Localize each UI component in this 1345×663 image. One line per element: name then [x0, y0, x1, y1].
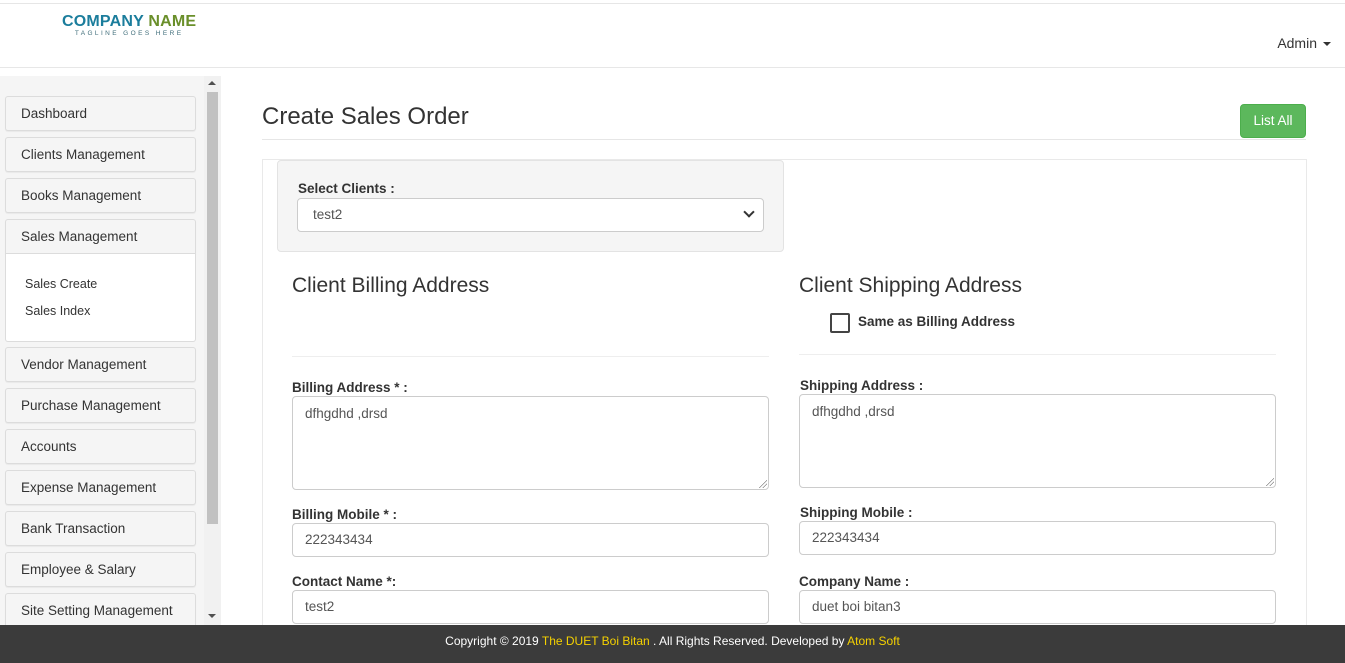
page-footer: Copyright © 2019 The DUET Boi Bitan . Al…	[0, 625, 1345, 663]
billing-mobile-label: Billing Mobile * :	[292, 507, 397, 522]
title-divider	[262, 139, 1306, 140]
caret-down-icon	[1323, 42, 1331, 47]
billing-divider	[292, 356, 769, 357]
company-name-input[interactable]: duet boi bitan3	[799, 590, 1276, 624]
sidebar-scrollbar[interactable]	[204, 76, 221, 625]
footer-rights-text: . All Rights Reserved. Developed by	[653, 634, 845, 648]
logo-tagline: TAGLINE GOES HERE	[74, 30, 184, 37]
billing-address-label: Billing Address * :	[292, 380, 408, 395]
logo-name-part-2: NAME	[148, 13, 197, 30]
shipping-address-value: dfhgdhd ,drsd	[812, 404, 895, 419]
shipping-address-label: Shipping Address :	[800, 378, 924, 393]
scroll-up-arrow-icon[interactable]	[208, 81, 216, 85]
shipping-address-textarea[interactable]: dfhgdhd ,drsd	[799, 394, 1276, 488]
sidebar-item-accounts[interactable]: Accounts	[5, 429, 196, 464]
admin-user-menu[interactable]: Admin	[1277, 35, 1331, 51]
select-clients-value: test2	[313, 207, 343, 222]
list-all-button[interactable]: List All	[1240, 104, 1306, 138]
sidebar-item-site-setting-management[interactable]: Site Setting Management	[5, 593, 196, 625]
billing-address-value: dfhgdhd ,drsd	[305, 406, 388, 421]
footer-copyright: Copyright © 2019	[445, 634, 539, 648]
shipping-divider	[799, 354, 1276, 355]
billing-mobile-input[interactable]: 222343434	[292, 523, 769, 557]
footer-developer-link[interactable]: Atom Soft	[847, 634, 900, 648]
select-clients-label: Select Clients :	[298, 181, 395, 196]
resize-grip-icon[interactable]	[1266, 478, 1274, 486]
same-as-billing-label[interactable]: Same as Billing Address	[858, 314, 1015, 329]
billing-section-title: Client Billing Address	[292, 274, 490, 297]
resize-grip-icon[interactable]	[759, 480, 767, 488]
shipping-section-title: Client Shipping Address	[799, 274, 1022, 297]
admin-label: Admin	[1277, 35, 1317, 51]
sidebar-item-dashboard[interactable]: Dashboard	[5, 96, 196, 131]
chevron-down-icon	[743, 206, 755, 218]
shipping-mobile-label: Shipping Mobile :	[800, 505, 913, 520]
sidebar-subitem-sales-index[interactable]: Sales Index	[25, 304, 90, 318]
contact-name-label: Contact Name *:	[292, 574, 397, 589]
scroll-down-arrow-icon[interactable]	[208, 614, 216, 618]
sidebar-item-employee-salary[interactable]: Employee & Salary	[5, 552, 196, 587]
sidebar-item-bank-transaction[interactable]: Bank Transaction	[5, 511, 196, 546]
same-as-billing-checkbox[interactable]	[830, 313, 850, 333]
top-header: COMPANY NAME TAGLINE GOES HERE Admin	[0, 4, 1345, 68]
company-name-label: Company Name :	[799, 574, 910, 589]
logo-name-part-1: COMPANY	[62, 13, 144, 30]
page-title: Create Sales Order	[262, 103, 469, 130]
logo-name: COMPANY NAME	[62, 13, 196, 31]
footer-site-link[interactable]: The DUET Boi Bitan	[542, 634, 650, 648]
sidebar-item-expense-management[interactable]: Expense Management	[5, 470, 196, 505]
contact-name-input[interactable]: test2	[292, 590, 769, 624]
company-logo[interactable]: COMPANY NAME TAGLINE GOES HERE	[62, 13, 196, 37]
sidebar-item-clients-management[interactable]: Clients Management	[5, 137, 196, 172]
sales-submenu: Sales Create Sales Index	[5, 254, 196, 342]
sidebar-item-vendor-management[interactable]: Vendor Management	[5, 347, 196, 382]
select-clients-dropdown[interactable]: test2	[297, 198, 764, 232]
sidebar-item-purchase-management[interactable]: Purchase Management	[5, 388, 196, 423]
sidebar: Dashboard Clients Management Books Manag…	[0, 76, 220, 625]
shipping-mobile-input[interactable]: 222343434	[799, 521, 1276, 555]
sidebar-subitem-sales-create[interactable]: Sales Create	[25, 277, 97, 291]
billing-address-textarea[interactable]: dfhgdhd ,drsd	[292, 396, 769, 490]
sidebar-item-sales-management[interactable]: Sales Management	[5, 219, 196, 254]
scrollbar-thumb[interactable]	[207, 92, 218, 524]
sidebar-item-books-management[interactable]: Books Management	[5, 178, 196, 213]
